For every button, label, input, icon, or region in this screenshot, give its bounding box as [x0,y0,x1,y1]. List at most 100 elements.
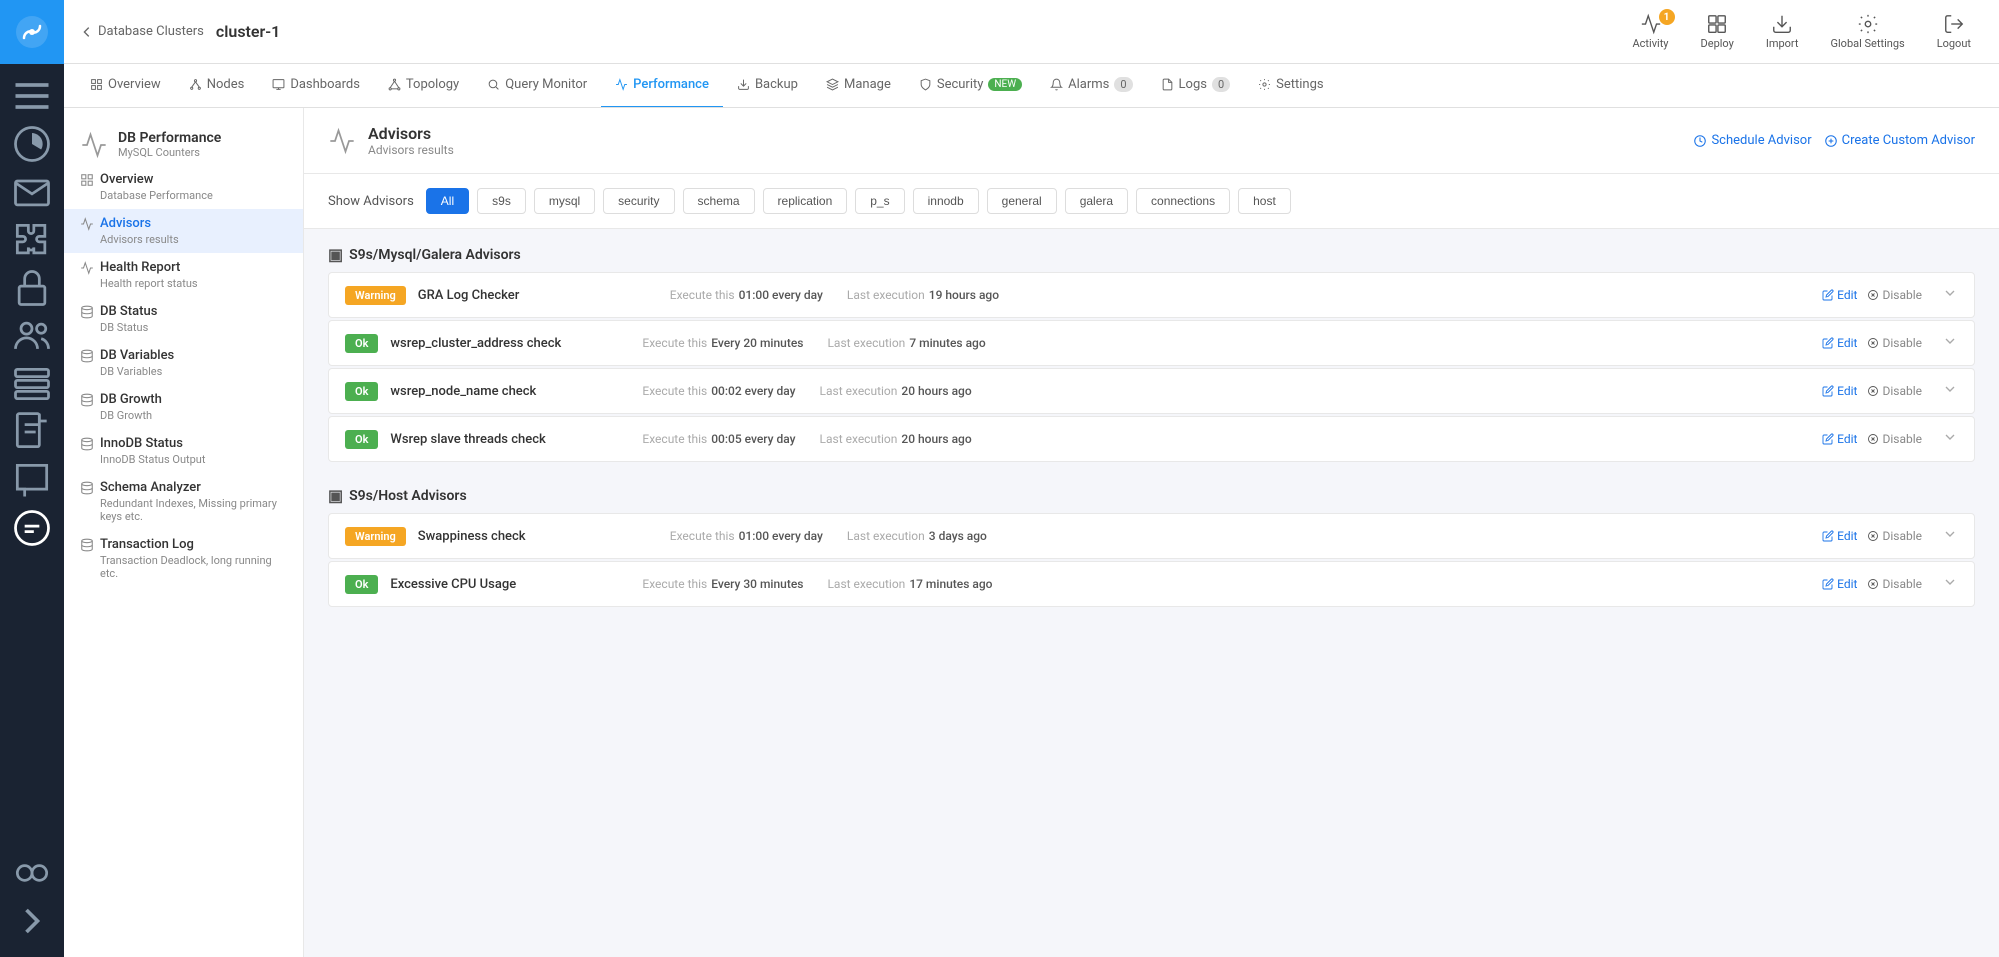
galera-section: ▣ S9s/Mysql/Galera Advisors Warning GRA … [328,245,1975,462]
advisor-row-cpu: Ok Excessive CPU Usage Execute this Ever… [329,562,1974,606]
filter-general[interactable]: general [987,188,1057,214]
expand-gra[interactable] [1942,285,1958,305]
filter-ps[interactable]: p_s [855,188,904,214]
logout-button[interactable]: Logout [1925,9,1983,54]
advisors-content: ▣ S9s/Mysql/Galera Advisors Warning GRA … [304,229,1999,647]
disable-gra[interactable]: Disable [1867,288,1922,302]
advisor-card-gra: Warning GRA Log Checker Execute this 01:… [328,272,1975,318]
tab-backup[interactable]: Backup [723,64,812,108]
expand-swappiness[interactable] [1942,526,1958,546]
sidebar-item-innodb[interactable]: InnoDB Status InnoDB Status Output [64,429,303,473]
advisor-name-wsrep-slave: Wsrep slave threads check [390,432,630,447]
tab-query-monitor[interactable]: Query Monitor [473,64,601,108]
section-icon: ▣ [328,245,343,264]
rail-chart[interactable] [10,122,54,166]
edit-swappiness[interactable]: Edit [1822,529,1857,543]
expand-wsrep-cluster[interactable] [1942,333,1958,353]
sidebar-item-overview[interactable]: Overview Database Performance [64,165,303,209]
rail-users[interactable] [10,314,54,358]
deploy-button[interactable]: Deploy [1689,9,1746,54]
edit-wsrep-cluster[interactable]: Edit [1822,336,1857,350]
sidebar-item-db-status[interactable]: DB Status DB Status [64,297,303,341]
filter-s9s[interactable]: s9s [477,188,526,214]
disable-wsrep-cluster[interactable]: Disable [1867,336,1922,350]
rail-db[interactable] [10,362,54,406]
disable-wsrep-slave[interactable]: Disable [1867,432,1922,446]
advisor-row-wsrep-node: Ok wsrep_node_name check Execute this 00… [329,369,1974,413]
advisor-actions-gra: Edit Disable [1822,288,1922,302]
filter-replication[interactable]: replication [763,188,848,214]
advisor-card-wsrep-cluster: Ok wsrep_cluster_address check Execute t… [328,320,1975,366]
sidebar: DB Performance MySQL Counters Overview D… [64,108,304,957]
filter-connections[interactable]: connections [1136,188,1230,214]
tab-security[interactable]: Security NEW [905,64,1036,108]
sidebar-item-advisors[interactable]: Advisors Advisors results [64,209,303,253]
expand-cpu[interactable] [1942,574,1958,594]
filter-all[interactable]: All [426,188,469,214]
expand-wsrep-node[interactable] [1942,381,1958,401]
rail-chat[interactable] [10,458,54,502]
activity-button[interactable]: 1 Activity [1621,9,1681,54]
deploy-label: Deploy [1701,37,1734,50]
tab-topology[interactable]: Topology [374,64,473,108]
rail-toggle[interactable] [10,851,54,895]
create-advisor-btn[interactable]: Create Custom Advisor [1824,133,1975,148]
filter-host[interactable]: host [1238,188,1291,214]
sidebar-item-health[interactable]: Health Report Health report status [64,253,303,297]
app-logo[interactable] [0,0,64,64]
filter-label: Show Advisors [328,194,414,209]
expand-wsrep-slave[interactable] [1942,429,1958,449]
activity-label: Activity [1633,37,1669,50]
filter-bar: Show Advisors All s9s mysql security sch… [304,174,1999,229]
rail-doc[interactable] [10,410,54,454]
sidebar-item-db-growth[interactable]: DB Growth DB Growth [64,385,303,429]
sidebar-item-db-vars[interactable]: DB Variables DB Variables [64,341,303,385]
tab-performance[interactable]: Performance [601,64,723,108]
tab-settings[interactable]: Settings [1244,64,1337,108]
back-link[interactable]: Database Clusters [80,24,204,39]
tab-overview[interactable]: Overview [76,64,175,108]
tab-manage[interactable]: Manage [812,64,905,108]
edit-wsrep-node[interactable]: Edit [1822,384,1857,398]
filter-security[interactable]: security [603,188,674,214]
import-button[interactable]: Import [1754,9,1811,54]
tab-dashboards[interactable]: Dashboards [258,64,374,108]
rail-chat2[interactable] [10,506,54,550]
schedule-advisor-btn[interactable]: Schedule Advisor [1693,133,1811,148]
advisor-meta-cpu: Execute this Every 30 minutes Last execu… [642,577,1810,591]
global-settings-button[interactable]: Global Settings [1819,9,1917,54]
tab-logs[interactable]: Logs 0 [1147,64,1245,108]
status-badge-wsrep-slave: Ok [345,430,378,449]
rail-expand[interactable] [10,899,54,943]
advisor-name-wsrep-cluster: wsrep_cluster_address check [390,336,630,351]
rail-lock[interactable] [10,266,54,310]
tab-nodes[interactable]: Nodes [175,64,259,108]
edit-wsrep-slave[interactable]: Edit [1822,432,1857,446]
advisor-name-swappiness: Swappiness check [418,529,658,544]
host-section: ▣ S9s/Host Advisors Warning Swappiness c… [328,486,1975,607]
rail-mail[interactable] [10,170,54,214]
sidebar-item-txn-log[interactable]: Transaction Log Transaction Deadlock, lo… [64,530,303,587]
advisor-row-gra: Warning GRA Log Checker Execute this 01:… [329,273,1974,317]
sidebar-item-schema[interactable]: Schema Analyzer Redundant Indexes, Missi… [64,473,303,530]
filter-schema[interactable]: schema [683,188,755,214]
tab-alarms[interactable]: Alarms 0 [1036,64,1146,108]
filter-galera[interactable]: galera [1065,188,1128,214]
filter-mysql[interactable]: mysql [534,188,595,214]
advisor-card-cpu: Ok Excessive CPU Usage Execute this Ever… [328,561,1975,607]
disable-wsrep-node[interactable]: Disable [1867,384,1922,398]
advisor-actions-swappiness: Edit Disable [1822,529,1922,543]
status-badge-cpu: Ok [345,575,378,594]
edit-gra[interactable]: Edit [1822,288,1857,302]
edit-cpu[interactable]: Edit [1822,577,1857,591]
sidebar-header: DB Performance MySQL Counters [64,120,303,165]
rail-puzzle[interactable] [10,218,54,262]
disable-swappiness[interactable]: Disable [1867,529,1922,543]
advisor-card-swappiness: Warning Swappiness check Execute this 01… [328,513,1975,559]
advisors-header: Advisors Advisors results Schedule Advis… [304,108,1999,174]
filter-innodb[interactable]: innodb [913,188,979,214]
rail-list[interactable] [10,74,54,118]
icon-rail [0,0,64,957]
status-badge-wsrep-cluster: Ok [345,334,378,353]
disable-cpu[interactable]: Disable [1867,577,1922,591]
